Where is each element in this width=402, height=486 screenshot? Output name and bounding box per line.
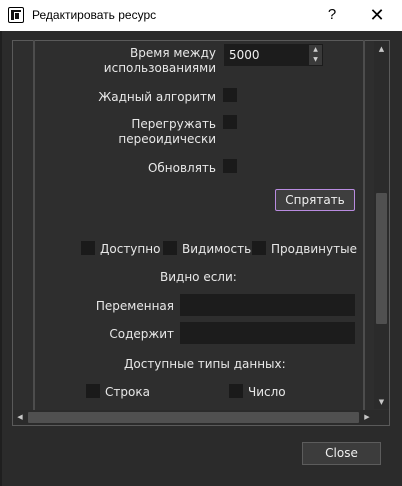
window-title: Редактировать ресурс bbox=[32, 8, 157, 22]
window-close-button[interactable]: ✕ bbox=[364, 4, 390, 26]
variable-label: Переменная bbox=[95, 299, 174, 313]
close-button[interactable]: Close bbox=[302, 442, 381, 465]
horizontal-scroll-thumb[interactable] bbox=[28, 412, 359, 423]
interval-value[interactable]: 5000 bbox=[229, 48, 260, 62]
variable-input[interactable] bbox=[180, 294, 355, 316]
scroll-up-icon[interactable]: ▲ bbox=[374, 42, 389, 56]
string-checkbox[interactable] bbox=[86, 384, 100, 398]
interval-label-line2: использованиями bbox=[103, 61, 216, 75]
interval-label: Время между использованиями bbox=[80, 46, 216, 76]
window-edge bbox=[0, 31, 2, 486]
group-frame-left bbox=[33, 40, 35, 410]
scroll-right-icon[interactable]: ▶ bbox=[360, 410, 374, 425]
data-types-label: Доступные типы данных: bbox=[124, 357, 286, 371]
vertical-scrollbar[interactable]: ▲ ▼ bbox=[374, 41, 389, 409]
group-frame-right bbox=[363, 40, 365, 410]
visibility-checkbox[interactable] bbox=[163, 241, 177, 255]
number-label: Число bbox=[248, 385, 286, 399]
number-checkbox[interactable] bbox=[229, 384, 243, 398]
spin-down-icon[interactable]: ▼ bbox=[309, 55, 322, 65]
string-label: Строка bbox=[105, 385, 150, 399]
advanced-label: Продвинутые bbox=[271, 242, 357, 256]
greedy-label: Жадный алгоритм bbox=[98, 90, 216, 104]
contains-label: Содержит bbox=[109, 327, 174, 341]
advanced-checkbox[interactable] bbox=[252, 241, 266, 255]
reload-checkbox[interactable] bbox=[223, 115, 237, 129]
greedy-checkbox[interactable] bbox=[223, 88, 237, 102]
interval-label-line1: Время между bbox=[130, 46, 216, 60]
window-titlebar: Редактировать ресурс ? ✕ bbox=[0, 0, 402, 31]
reload-label-line1: Перегружать bbox=[131, 117, 216, 131]
vertical-scroll-thumb[interactable] bbox=[376, 193, 387, 324]
app-icon bbox=[8, 7, 24, 23]
update-label: Обновлять bbox=[147, 161, 216, 175]
scroll-down-icon[interactable]: ▼ bbox=[374, 395, 389, 409]
help-button[interactable]: ? bbox=[319, 4, 345, 26]
visibility-label: Видимость bbox=[182, 242, 252, 256]
reload-label: Перегружать переоидически bbox=[80, 117, 216, 147]
contains-input[interactable] bbox=[180, 322, 355, 344]
horizontal-scrollbar[interactable]: ◀ ▶ bbox=[13, 410, 374, 425]
scroll-left-icon[interactable]: ◀ bbox=[13, 410, 27, 425]
reload-label-line2: переоидически bbox=[118, 132, 216, 146]
available-checkbox[interactable] bbox=[81, 241, 95, 255]
spin-buttons[interactable]: ▲ ▼ bbox=[309, 45, 322, 65]
visible-if-label: Видно если: bbox=[160, 270, 237, 284]
scroll-corner bbox=[374, 410, 389, 425]
interval-spinbox[interactable]: 5000 ▲ ▼ bbox=[224, 44, 323, 66]
update-checkbox[interactable] bbox=[223, 159, 237, 173]
hide-button[interactable]: Спрятать bbox=[275, 189, 355, 211]
spin-up-icon[interactable]: ▲ bbox=[309, 45, 322, 55]
available-label: Доступно bbox=[100, 242, 161, 256]
